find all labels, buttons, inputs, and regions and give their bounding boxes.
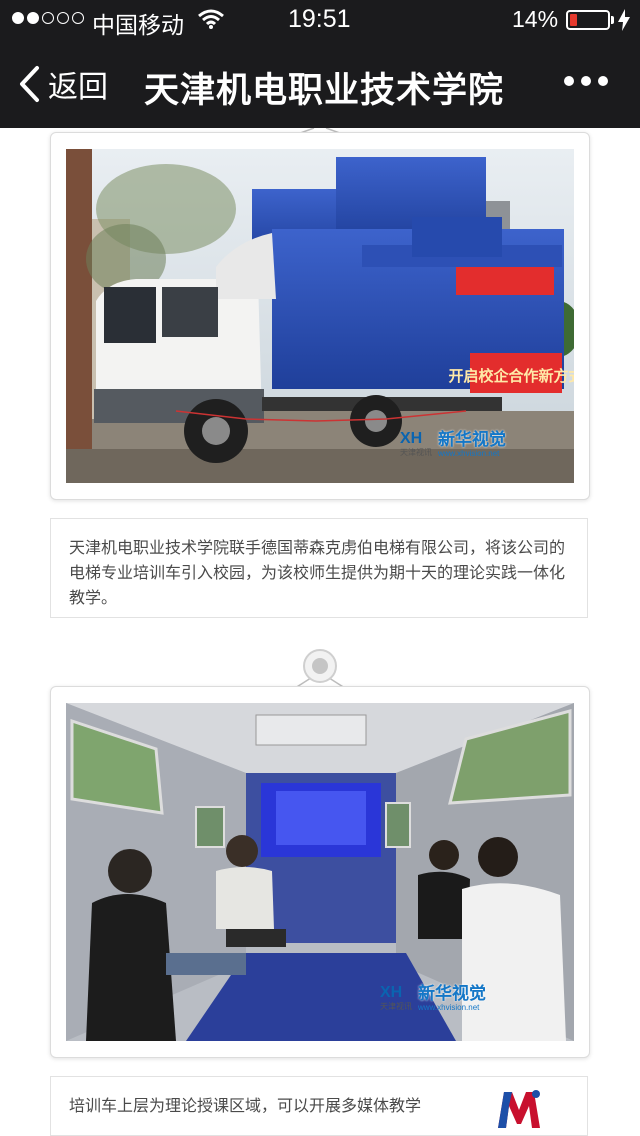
- page-title: 天津机电职业技术学院: [144, 71, 505, 111]
- battery-percentage: 14%: [512, 6, 559, 32]
- battery-tip: [611, 16, 614, 24]
- classroom-photo[interactable]: XH 天津视讯 新华视觉 www.xhvision.net: [66, 703, 574, 1041]
- classroom-illustration: [66, 703, 574, 1041]
- photo-frame-2: XH 天津视讯 新华视觉 www.xhvision.net: [50, 686, 590, 1058]
- more-dot-icon: [564, 76, 574, 86]
- photo-watermark: XH 天津视讯 新华视觉 www.xhvision.net: [400, 429, 506, 458]
- article-content[interactable]: 开启校企合作新方式 XH 天津视讯 新华视觉 www.xhvision.net …: [0, 128, 640, 1136]
- caption-box-1: 天津机电职业技术学院联手德国蒂森克虏伯电梯有限公司，将该公司的电梯专业培训车引入…: [50, 518, 588, 618]
- truck-photo[interactable]: 开启校企合作新方式 XH 天津视讯 新华视觉 www.xhvision.net: [66, 149, 574, 483]
- status-bar: 中国移动 19:51 14%: [0, 0, 640, 40]
- photo-frame-1: 开启校企合作新方式 XH 天津视讯 新华视觉 www.xhvision.net: [50, 132, 590, 500]
- signal-strength-icon: [12, 12, 84, 24]
- back-button[interactable]: 返回: [18, 62, 108, 106]
- chevron-left-icon: [20, 66, 39, 102]
- more-dot-icon: [598, 76, 608, 86]
- caption-text: 天津机电职业技术学院联手德国蒂森克虏伯电梯有限公司，将该公司的电梯专业培训车引入…: [69, 538, 566, 607]
- xinhua-logo-icon: XH: [400, 430, 423, 447]
- caption-text: 培训车上层为理论授课区域，可以开展多媒体教学: [69, 1096, 422, 1115]
- charging-bolt-icon: [618, 9, 630, 31]
- truck-banner-text: 开启校企合作新方式: [448, 367, 574, 385]
- battery-icon: [566, 10, 610, 30]
- brand-logo-icon: [498, 1090, 540, 1128]
- carrier-name: 中国移动: [92, 13, 184, 39]
- wifi-icon: [198, 9, 224, 29]
- nav-bar: 返回 天津机电职业技术学院: [0, 40, 640, 128]
- more-dot-icon: [581, 76, 591, 86]
- more-options-button[interactable]: [564, 76, 608, 86]
- photo-watermark: XH 天津视讯 新华视觉 www.xhvision.net: [380, 983, 486, 1012]
- back-label: 返回: [48, 70, 108, 105]
- clock: 19:51: [288, 5, 351, 33]
- xinhua-logo-icon: XH: [380, 984, 403, 1001]
